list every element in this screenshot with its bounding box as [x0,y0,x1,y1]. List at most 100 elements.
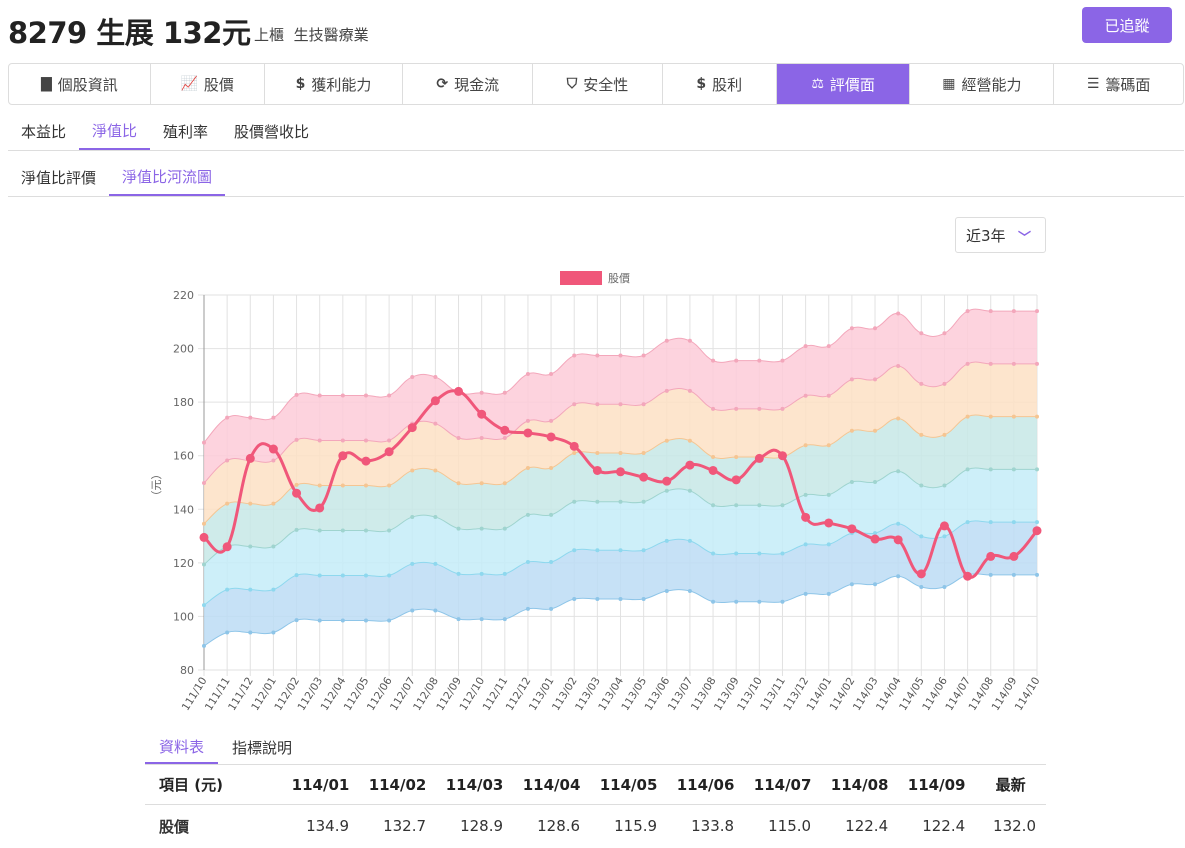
range-select[interactable]: 近3年 ﹀ [955,217,1046,253]
band-point [988,572,993,577]
subtabs-tab-3[interactable]: 股價營收比 [221,113,322,150]
price-point [477,409,487,419]
y-axis-label: （元） [150,469,163,502]
nav-tab-label: 經營能力 [961,75,1022,94]
column-header: 114/04 [513,766,591,805]
band-point [572,353,577,358]
subtabs-tab-1[interactable]: 淨值比 [79,113,151,150]
band-point [410,374,415,379]
band-point [479,481,484,486]
band-point [641,548,646,553]
band-point [502,481,507,486]
band-point [734,455,739,460]
price-point [292,488,302,498]
band-point [641,451,646,456]
nav-tab-3[interactable]: ⟳ 現金流 [403,64,534,104]
band-point [849,479,854,484]
price-point [1032,526,1042,536]
band-point [734,503,739,508]
band-point [363,528,368,533]
band-point [549,418,554,423]
band-point [803,344,808,349]
nav-tab-1[interactable]: 📈 股價 [151,64,265,104]
band-point [317,528,322,533]
nav-tab-5[interactable]: $ 股利 [663,64,777,104]
band-point [572,597,577,602]
band-point [502,617,507,622]
band-point [734,358,739,363]
band-point [664,388,669,393]
band-point [873,479,878,484]
subtabs-tab-0[interactable]: 本益比 [8,113,79,150]
band-point [363,438,368,443]
band-point [849,377,854,382]
band-point [919,432,924,437]
subtabs2-tab-0[interactable]: 淨值比評價 [8,159,109,196]
table_tabs-tab-0[interactable]: 資料表 [145,730,219,764]
nav-tab-2[interactable]: $ 獲利能力 [265,64,404,104]
band-point [618,353,623,358]
shield-icon: ⛉ [566,76,578,92]
band-point [549,606,554,611]
band-point [387,438,392,443]
price-point [685,460,695,470]
band-point [387,618,392,623]
y-tick-label: 180 [173,396,194,409]
nav-tab-6[interactable]: ⚖ 評價面 [776,64,911,104]
band-point [664,538,669,543]
band-point [433,468,438,473]
nav-tab-8[interactable]: ☰ 籌碼面 [1054,64,1183,104]
money-bag-icon: $ [696,76,707,92]
band-point [363,393,368,398]
band-point [225,630,230,635]
band-point [780,551,785,556]
table_tabs-tab-1[interactable]: 指標說明 [218,730,306,764]
market-label: 上櫃 [254,26,285,44]
band-point [988,361,993,366]
line-chart-icon: 📈 [180,76,198,92]
table-cell: 134.9 [306,817,350,836]
band-point [317,573,322,578]
band-point [803,393,808,398]
subtabs-tab-2[interactable]: 殖利率 [150,113,221,150]
price-point [430,396,440,406]
range-value: 近3年 [966,226,1006,245]
price-point [893,535,903,545]
band-point [549,560,554,565]
column-header: 114/02 [359,766,437,805]
price-point [616,467,625,477]
band-point [248,630,253,635]
nav-tab-7[interactable]: ▦ 經營能力 [910,64,1055,104]
band-point [942,331,947,336]
nav-tab-4[interactable]: ⛉ 安全性 [533,64,663,104]
pb-subtabs: 淨值比評價 淨值比河流圖 [8,159,1184,197]
nav-tab-0[interactable]: ▇ 個股資訊 [9,64,151,104]
follow-button[interactable]: 已追蹤 [1082,7,1172,43]
chevron-down-icon: ﹀ [1017,231,1031,246]
nav-tab-label: 股價 [203,75,234,94]
band-point [711,503,716,508]
band-point [433,515,438,520]
price-point [361,456,371,466]
table-cell: 115.9 [614,817,658,836]
band-point [294,618,299,623]
band-point [896,469,901,474]
band-point [687,538,692,543]
band-point [595,402,600,407]
file-icon: ▇ [40,76,52,92]
band-point [525,418,530,423]
data-table: 項目 (元) 114/01 114/02 114/03 114/04 114/05 114/… [145,766,1046,848]
band-point [433,561,438,566]
band-point [363,618,368,623]
band-point [1035,467,1039,472]
band-point [942,381,947,386]
band-point [387,483,392,488]
band-point [965,520,970,525]
price-point [777,451,787,461]
subtabs2-tab-1[interactable]: 淨值比河流圖 [109,159,226,196]
band-point [687,388,692,393]
band-point [942,432,947,437]
band-point [340,618,345,623]
band-point [919,381,924,386]
band-point [919,483,924,488]
